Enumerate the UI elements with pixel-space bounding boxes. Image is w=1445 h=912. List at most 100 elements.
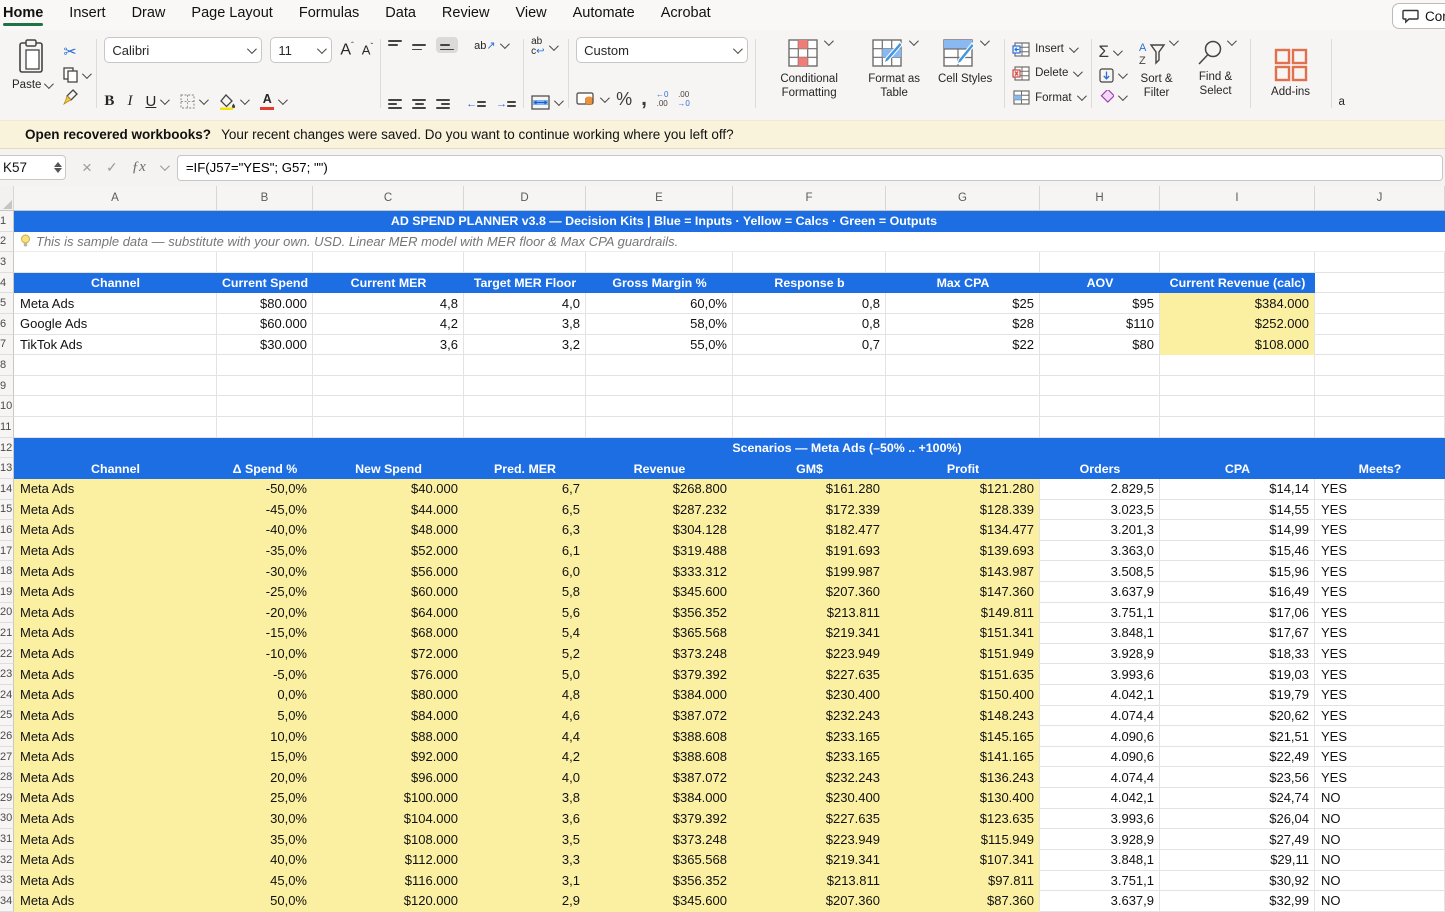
cell-I21[interactable]: $17,67	[1160, 623, 1315, 644]
column-header-F[interactable]: F	[733, 186, 886, 210]
cell-B3[interactable]	[217, 252, 313, 273]
cell-D16[interactable]: 6,3	[464, 520, 586, 541]
cell-J31[interactable]: NO	[1315, 829, 1445, 850]
cell-H3[interactable]	[1040, 252, 1160, 273]
cell-D17[interactable]: 6,1	[464, 541, 586, 562]
cell-J6[interactable]	[1315, 314, 1445, 335]
row-header-3[interactable]: 3	[0, 252, 14, 273]
row-header-26[interactable]: 26	[0, 726, 14, 747]
cell-F3[interactable]	[733, 252, 886, 273]
cut-button[interactable]: ✂	[63, 42, 89, 62]
cell-C30[interactable]: $104.000	[313, 809, 464, 830]
cell-F13[interactable]: GM$	[733, 458, 886, 479]
paste-chevron-icon[interactable]	[44, 79, 54, 89]
cell-F27[interactable]: $233.165	[733, 747, 886, 768]
cell-J29[interactable]: NO	[1315, 788, 1445, 809]
align-bottom-icon[interactable]	[436, 37, 458, 53]
cell-C25[interactable]: $84.000	[313, 706, 464, 727]
cell-styles-chevron-icon[interactable]	[980, 36, 990, 46]
cell-H23[interactable]: 3.993,6	[1040, 664, 1160, 685]
cell-C9[interactable]	[313, 376, 464, 397]
cell-E10[interactable]	[586, 396, 733, 417]
cell-J16[interactable]: YES	[1315, 520, 1445, 541]
row-header-16[interactable]: 16	[0, 520, 14, 541]
cell-J19[interactable]: YES	[1315, 582, 1445, 603]
cell-G33[interactable]: $97.811	[886, 871, 1040, 892]
orientation-button[interactable]: ab↗	[474, 39, 506, 52]
cell-C16[interactable]: $48.000	[313, 520, 464, 541]
cell-A23[interactable]: Meta Ads	[14, 664, 217, 685]
accounting-chevron-icon[interactable]	[600, 93, 610, 103]
cell-J7[interactable]	[1315, 335, 1445, 356]
cell-F29[interactable]: $230.400	[733, 788, 886, 809]
cell-C31[interactable]: $108.000	[313, 829, 464, 850]
cell-I9[interactable]	[1160, 376, 1315, 397]
cell-B4[interactable]: Current Spend	[217, 273, 313, 294]
name-box-spinner[interactable]	[54, 162, 62, 173]
cell-F8[interactable]	[733, 355, 886, 376]
cell-C17[interactable]: $52.000	[313, 541, 464, 562]
cell-I11[interactable]	[1160, 417, 1315, 438]
cell-F30[interactable]: $227.635	[733, 809, 886, 830]
cell-E15[interactable]: $287.232	[586, 500, 733, 521]
cell-A30[interactable]: Meta Ads	[14, 809, 217, 830]
cell-D3[interactable]	[464, 252, 586, 273]
cell-F14[interactable]: $161.280	[733, 479, 886, 500]
cell-H6[interactable]: $110	[1040, 314, 1160, 335]
cell-F18[interactable]: $199.987	[733, 561, 886, 582]
cell-C29[interactable]: $100.000	[313, 788, 464, 809]
cell-A6[interactable]: Google Ads	[14, 314, 217, 335]
cell-A14[interactable]: Meta Ads	[14, 479, 217, 500]
underline-chevron-icon[interactable]	[160, 95, 170, 105]
cell-G15[interactable]: $128.339	[886, 500, 1040, 521]
column-header-H[interactable]: H	[1040, 186, 1160, 210]
column-header-A[interactable]: A	[14, 186, 217, 210]
cell-J15[interactable]: YES	[1315, 500, 1445, 521]
cell-A31[interactable]: Meta Ads	[14, 829, 217, 850]
cell-E11[interactable]	[586, 417, 733, 438]
cell-G19[interactable]: $147.360	[886, 582, 1040, 603]
cell-E3[interactable]	[586, 252, 733, 273]
cell-G23[interactable]: $151.635	[886, 664, 1040, 685]
row-header-25[interactable]: 25	[0, 706, 14, 727]
cell-C21[interactable]: $68.000	[313, 623, 464, 644]
cell-G28[interactable]: $136.243	[886, 767, 1040, 788]
row-header-5[interactable]: 5	[0, 293, 14, 314]
cell-A18[interactable]: Meta Ads	[14, 561, 217, 582]
menu-tab-review[interactable]: Review	[442, 5, 490, 27]
cell-F10[interactable]	[733, 396, 886, 417]
cell-E22[interactable]: $373.248	[586, 644, 733, 665]
row-header-29[interactable]: 29	[0, 788, 14, 809]
cell-J27[interactable]: YES	[1315, 747, 1445, 768]
row-header-17[interactable]: 17	[0, 541, 14, 562]
cell-A7[interactable]: TikTok Ads	[14, 335, 217, 356]
cell-J17[interactable]: YES	[1315, 541, 1445, 562]
menu-tab-acrobat[interactable]: Acrobat	[661, 5, 711, 27]
conditional-formatting-button[interactable]: Conditional Formatting	[763, 37, 855, 110]
cell-B8[interactable]	[217, 355, 313, 376]
fill-color-chevron-icon[interactable]	[240, 95, 250, 105]
cell-F34[interactable]: $207.360	[733, 891, 886, 912]
row-header-15[interactable]: 15	[0, 500, 14, 521]
cell-E9[interactable]	[586, 376, 733, 397]
cell-A32[interactable]: Meta Ads	[14, 850, 217, 871]
column-header-J[interactable]: J	[1315, 186, 1445, 210]
clear-chevron-icon[interactable]	[1117, 91, 1127, 101]
format-as-table-button[interactable]: Format as Table	[857, 37, 931, 110]
cell-H34[interactable]: 3.637,9	[1040, 891, 1160, 912]
cell-B11[interactable]	[217, 417, 313, 438]
cell-D10[interactable]	[464, 396, 586, 417]
cell-B16[interactable]: -40,0%	[217, 520, 313, 541]
cell-I30[interactable]: $26,04	[1160, 809, 1315, 830]
row-header-8[interactable]: 8	[0, 355, 14, 376]
cell-G9[interactable]	[886, 376, 1040, 397]
cell-B18[interactable]: -30,0%	[217, 561, 313, 582]
font-name-select[interactable]: Calibri	[104, 37, 262, 63]
cell-H9[interactable]	[1040, 376, 1160, 397]
menu-tab-home[interactable]: Home	[3, 5, 43, 27]
cell-B32[interactable]: 40,0%	[217, 850, 313, 871]
increase-font-button[interactable]: Aˆ	[340, 41, 353, 59]
cell-D28[interactable]: 4,0	[464, 767, 586, 788]
cell-I22[interactable]: $18,33	[1160, 644, 1315, 665]
cell-F20[interactable]: $213.811	[733, 603, 886, 624]
